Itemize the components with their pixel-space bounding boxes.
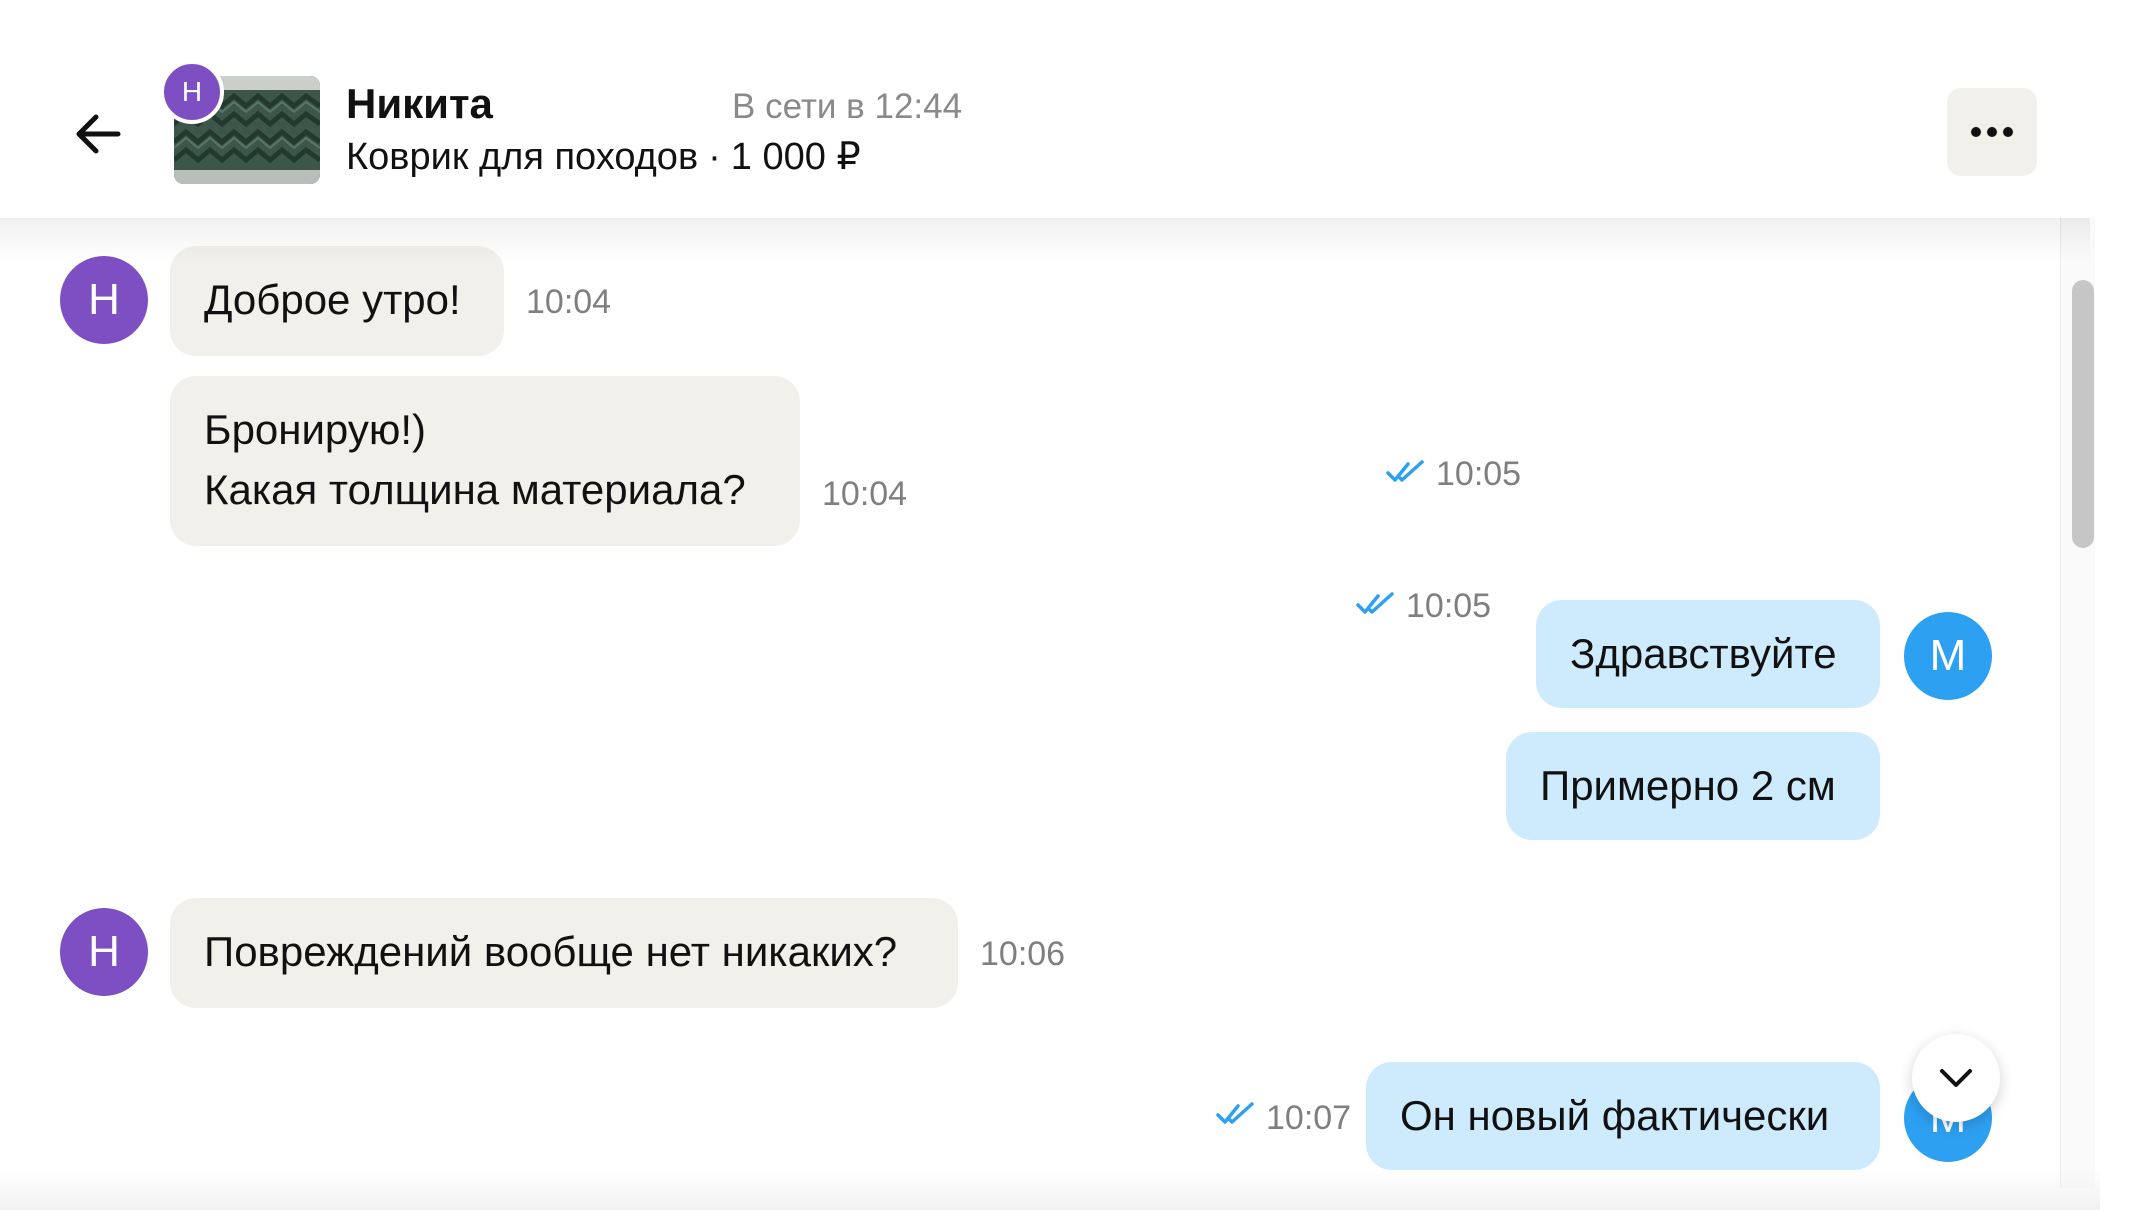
separator: · bbox=[708, 136, 721, 178]
message-time: 10:04 bbox=[526, 283, 612, 321]
message-bubble-incoming[interactable]: Повреждений вообще нет никаких? bbox=[170, 898, 958, 1008]
message-text: Он новый фактически bbox=[1400, 1092, 1830, 1139]
chevron-down-icon bbox=[1940, 1069, 1972, 1087]
message-list[interactable]: Н Доброе утро! 10:04 Бронирую!) Какая то… bbox=[0, 218, 2060, 1188]
message-text-line: Бронирую!) bbox=[204, 406, 426, 453]
arrow-left-icon bbox=[76, 114, 121, 154]
message-time: 10:06 bbox=[980, 935, 1066, 973]
online-status: В сети в 12:44 bbox=[732, 87, 963, 126]
message-text-line: Какая толщина материала? bbox=[204, 466, 746, 513]
message-text: Здравствуйте bbox=[1570, 630, 1837, 677]
double-check-icon bbox=[1216, 1102, 1254, 1124]
message-text: Доброе утро! bbox=[204, 276, 461, 323]
message-bubble-outgoing[interactable]: Здравствуйте bbox=[1536, 600, 1880, 708]
scrollbar-thumb[interactable] bbox=[2072, 280, 2094, 548]
message-time: 10:05 bbox=[1406, 587, 1492, 625]
product-title: Коврик для походов bbox=[346, 136, 699, 178]
self-avatar[interactable]: М bbox=[1904, 612, 1992, 700]
scroll-to-bottom-button[interactable] bbox=[1912, 1034, 2000, 1122]
message-time: 10:05 bbox=[1436, 455, 1522, 493]
seller-avatar-small: Н bbox=[160, 60, 224, 124]
message-time: 10:04 bbox=[822, 475, 908, 513]
double-check-icon bbox=[1386, 460, 1424, 482]
product-info[interactable]: Коврик для походов · 1 000 ₽ bbox=[346, 134, 861, 180]
sender-avatar[interactable]: Н bbox=[60, 908, 148, 996]
product-price: 1 000 ₽ bbox=[730, 136, 861, 178]
chat-window: Н Никита В сети в 12:44 Коврик для поход… bbox=[0, 0, 2154, 1210]
message-bubble-outgoing[interactable]: Он новый фактически bbox=[1366, 1062, 1880, 1170]
more-options-button[interactable] bbox=[1947, 88, 2037, 176]
ellipsis-icon bbox=[1971, 127, 2013, 137]
back-button[interactable] bbox=[62, 98, 134, 170]
bottom-fade bbox=[0, 1168, 2100, 1210]
message-bubble-incoming[interactable]: Доброе утро! bbox=[170, 246, 504, 356]
message-time: 10:07 bbox=[1266, 1099, 1352, 1137]
chat-header: Н Никита В сети в 12:44 Коврик для поход… bbox=[0, 0, 2100, 218]
message-text: Примерно 2 см bbox=[1540, 762, 1836, 809]
message-text: Повреждений вообще нет никаких? bbox=[204, 928, 898, 975]
contact-name[interactable]: Никита bbox=[346, 80, 493, 128]
double-check-icon bbox=[1356, 592, 1394, 614]
message-bubble-outgoing[interactable]: Примерно 2 см bbox=[1506, 732, 1880, 840]
message-bubble-incoming[interactable]: Бронирую!) Какая толщина материала? bbox=[170, 376, 800, 546]
sender-avatar[interactable]: Н bbox=[60, 256, 148, 344]
